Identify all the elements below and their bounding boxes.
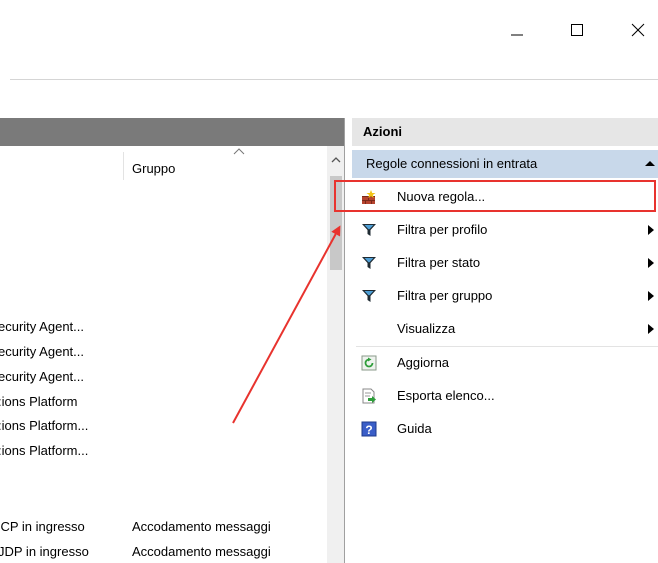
annotation-arrow	[232, 225, 341, 424]
